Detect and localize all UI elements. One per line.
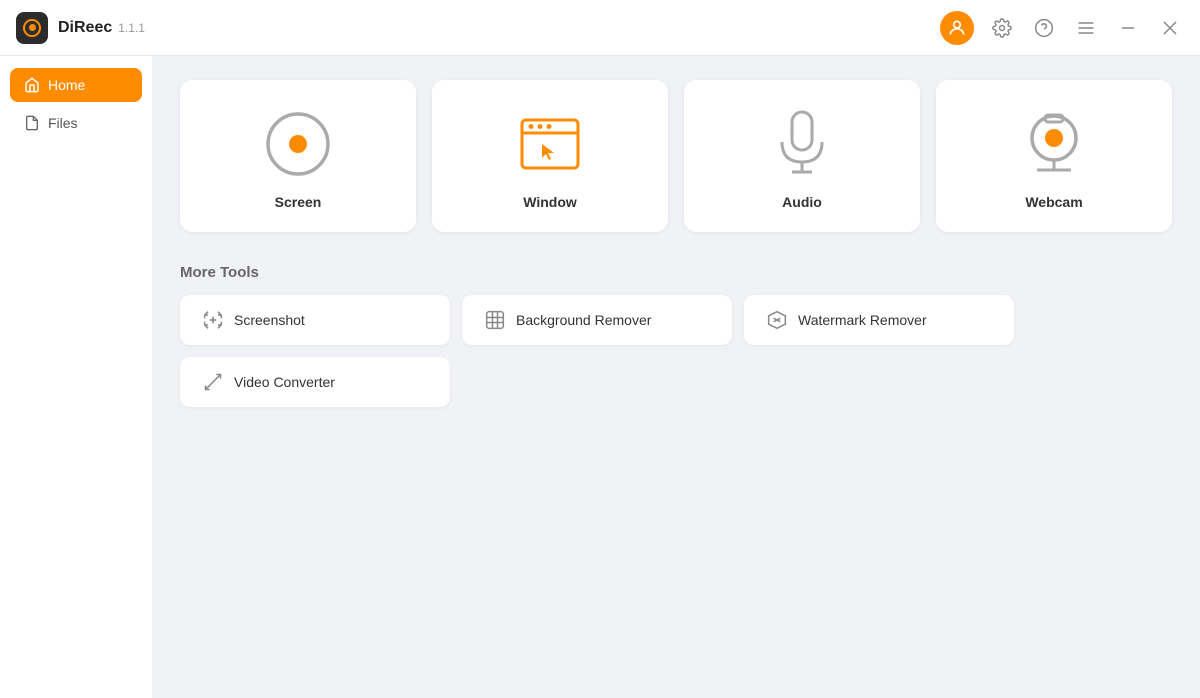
titlebar-actions (940, 11, 1184, 45)
more-tools-title: More Tools (180, 264, 1172, 281)
webcam-label: Webcam (1025, 194, 1082, 210)
webcam-icon (1018, 108, 1090, 180)
avatar-button[interactable] (940, 11, 974, 45)
screen-icon (262, 108, 334, 180)
sidebar-home-label: Home (48, 77, 85, 93)
app-logo (16, 12, 48, 44)
minimize-button[interactable] (1114, 14, 1142, 42)
tool-screenshot[interactable]: Screenshot (180, 295, 450, 345)
screen-card[interactable]: Screen (180, 80, 416, 232)
sidebar-item-files[interactable]: Files (10, 106, 142, 140)
screenshot-label: Screenshot (234, 312, 305, 328)
screen-label: Screen (275, 194, 322, 210)
tool-watermark-remover[interactable]: Watermark Remover (744, 295, 1014, 345)
window-card[interactable]: Window (432, 80, 668, 232)
tools-grid: Screenshot Background Remover (180, 295, 1172, 407)
background-remover-icon (484, 309, 506, 331)
webcam-card[interactable]: Webcam (936, 80, 1172, 232)
window-label: Window (523, 194, 577, 210)
sidebar-files-label: Files (48, 115, 78, 131)
titlebar: DiReec 1.1.1 (0, 0, 1200, 56)
close-button[interactable] (1156, 14, 1184, 42)
window-icon (514, 108, 586, 180)
main-content: Screen Window (152, 56, 1200, 698)
more-tools-section: More Tools Screenshot (180, 264, 1172, 407)
sidebar-item-home[interactable]: Home (10, 68, 142, 102)
menu-icon[interactable] (1072, 14, 1100, 42)
help-icon[interactable] (1030, 14, 1058, 42)
recording-cards: Screen Window (180, 80, 1172, 232)
audio-card[interactable]: Audio (684, 80, 920, 232)
home-icon (24, 77, 40, 93)
video-converter-label: Video Converter (234, 374, 335, 390)
tool-background-remover[interactable]: Background Remover (462, 295, 732, 345)
logo-ring (23, 19, 41, 37)
screenshot-icon (202, 309, 224, 331)
logo-dot (29, 24, 36, 31)
video-converter-icon (202, 371, 224, 393)
sidebar: Home Files (0, 56, 152, 698)
watermark-remover-icon (766, 309, 788, 331)
app-body: Home Files Scre (0, 56, 1200, 698)
audio-label: Audio (782, 194, 822, 210)
app-version: 1.1.1 (118, 21, 145, 35)
background-remover-label: Background Remover (516, 312, 651, 328)
tool-video-converter[interactable]: Video Converter (180, 357, 450, 407)
app-name: DiReec (58, 19, 112, 37)
audio-icon (766, 108, 838, 180)
settings-icon[interactable] (988, 14, 1016, 42)
files-icon (24, 115, 40, 131)
watermark-remover-label: Watermark Remover (798, 312, 927, 328)
